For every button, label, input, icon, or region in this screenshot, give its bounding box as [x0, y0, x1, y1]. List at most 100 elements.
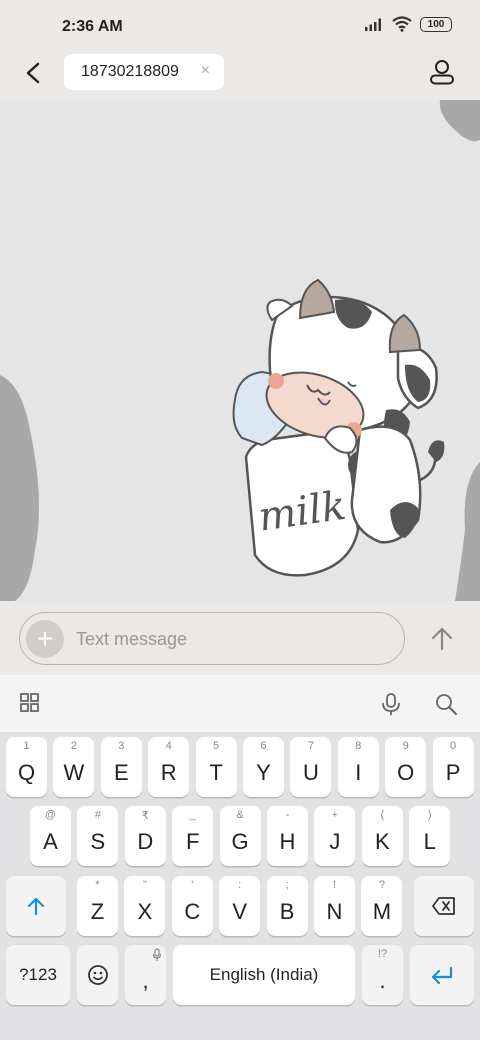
grid-icon — [20, 693, 39, 712]
key-b[interactable]: ; B — [266, 876, 308, 936]
enter-icon — [431, 966, 453, 985]
key-hint: - — [285, 809, 290, 821]
key-q[interactable]: 1Q — [6, 737, 47, 797]
key-label: Z — [90, 899, 105, 924]
remove-recipient-icon[interactable]: × — [201, 62, 210, 80]
key-hint: ) — [427, 809, 432, 821]
key-c[interactable]: ' C — [171, 876, 213, 936]
key-hint: @ — [44, 809, 57, 821]
key-hint: 7 — [307, 740, 314, 752]
key-label: R — [160, 760, 177, 785]
key-i[interactable]: 8I — [337, 737, 379, 797]
key-label: P — [445, 760, 461, 785]
key-h[interactable]: -H — [267, 806, 308, 866]
shift-key[interactable] — [6, 876, 66, 936]
key-l[interactable]: ) L — [409, 806, 451, 866]
key-v[interactable]: :V — [219, 876, 261, 936]
key-x[interactable]: " X — [124, 876, 166, 936]
key-hint: 4 — [165, 740, 172, 752]
key-label: J — [329, 829, 341, 854]
search-icon — [436, 694, 457, 715]
key-hint: : — [238, 879, 242, 891]
key-hint: + — [331, 809, 339, 821]
key-y[interactable]: 6Y — [243, 737, 284, 797]
back-button[interactable] — [18, 58, 48, 88]
key-label: O — [397, 760, 415, 785]
contact-button[interactable] — [428, 58, 456, 86]
key-label: L — [423, 829, 436, 854]
conversation-area: milk — [0, 100, 480, 601]
signal-icon — [365, 18, 381, 31]
message-input[interactable]: + Text message — [19, 612, 405, 665]
key-hint: " — [142, 879, 147, 891]
key-g[interactable]: & G — [219, 806, 261, 866]
shift-arrow-icon — [27, 897, 45, 916]
key-s[interactable]: # S — [77, 806, 119, 866]
key-d[interactable]: ₹ D — [124, 806, 166, 866]
status-time: 2:36 AM — [62, 18, 123, 35]
send-button[interactable] — [428, 625, 456, 653]
key-m[interactable]: ? M — [361, 876, 403, 936]
person-icon — [430, 60, 454, 85]
key-f[interactable]: _ F — [172, 806, 214, 866]
key-hint: 8 — [355, 740, 362, 752]
key-label: W — [63, 760, 85, 785]
conversation-header: 18730218809 × — [0, 50, 480, 100]
battery-indicator: 100 — [420, 16, 452, 32]
key-label: Y — [256, 760, 271, 785]
space-key[interactable]: English (India) — [173, 945, 355, 1005]
wallpaper-image: milk — [0, 100, 480, 601]
keyboard: 1Q2W3E4R5T6Y7U8I9O0P @ A # S ₹ D _ F & G - H + J(K) L … — [0, 732, 480, 1040]
key-hint: _ — [189, 809, 196, 821]
key-label: A — [43, 829, 58, 854]
key-n[interactable]: ! N — [314, 876, 355, 936]
key-label: S — [90, 829, 106, 854]
status-bar: 2:36 AM 100 — [0, 0, 480, 50]
smiley-icon — [87, 965, 108, 985]
key-hint: & — [236, 809, 244, 821]
key-u[interactable]: 7U — [290, 737, 332, 797]
key-label: N — [326, 899, 343, 924]
key-hint: 1 — [23, 740, 30, 752]
key-r[interactable]: 4R — [148, 737, 190, 797]
apps-grid-button[interactable] — [18, 691, 44, 717]
message-placeholder: Text message — [76, 629, 188, 649]
plus-icon: + — [36, 623, 54, 654]
key-hint: ; — [285, 879, 289, 891]
key-hint: ₹ — [141, 810, 149, 822]
emoji-key[interactable] — [77, 945, 118, 1005]
key-a[interactable]: @ A — [30, 806, 71, 866]
key-label: Q — [17, 760, 36, 785]
backspace-key[interactable] — [414, 876, 474, 936]
recipient-chip[interactable]: 18730218809 × — [64, 54, 224, 90]
key-t[interactable]: 5T — [195, 737, 237, 797]
key-hint: ! — [332, 879, 337, 891]
key-j[interactable]: + J — [314, 806, 356, 866]
add-attachment-button[interactable]: + — [26, 620, 64, 658]
key-w[interactable]: 2W — [53, 737, 95, 797]
key-label: H — [279, 829, 296, 854]
key-k[interactable]: (K — [361, 806, 403, 866]
enter-key[interactable] — [410, 945, 474, 1005]
key-label: D — [137, 829, 154, 854]
key-e[interactable]: 3E — [100, 737, 142, 797]
comma-label: , — [142, 968, 149, 993]
key-p[interactable]: 0P — [432, 737, 474, 797]
key-label: B — [279, 899, 295, 924]
battery-level: 100 — [427, 18, 445, 30]
mic-hint-icon — [152, 948, 162, 961]
microphone-icon — [382, 693, 400, 715]
period-key[interactable]: !? . — [362, 945, 403, 1005]
voice-input-button[interactable] — [378, 691, 404, 717]
symbols-key[interactable]: ?123 — [6, 945, 70, 1005]
key-label: C — [184, 899, 201, 924]
comma-key[interactable]: , — [125, 945, 166, 1005]
key-label: U — [302, 760, 319, 785]
key-hint: ( — [380, 809, 385, 821]
key-label: E — [113, 760, 129, 785]
key-hint: ' — [191, 879, 194, 891]
key-o[interactable]: 9O — [385, 737, 427, 797]
key-z[interactable]: * Z — [77, 876, 118, 936]
arrow-up-icon — [431, 627, 453, 651]
search-button[interactable] — [433, 691, 459, 717]
